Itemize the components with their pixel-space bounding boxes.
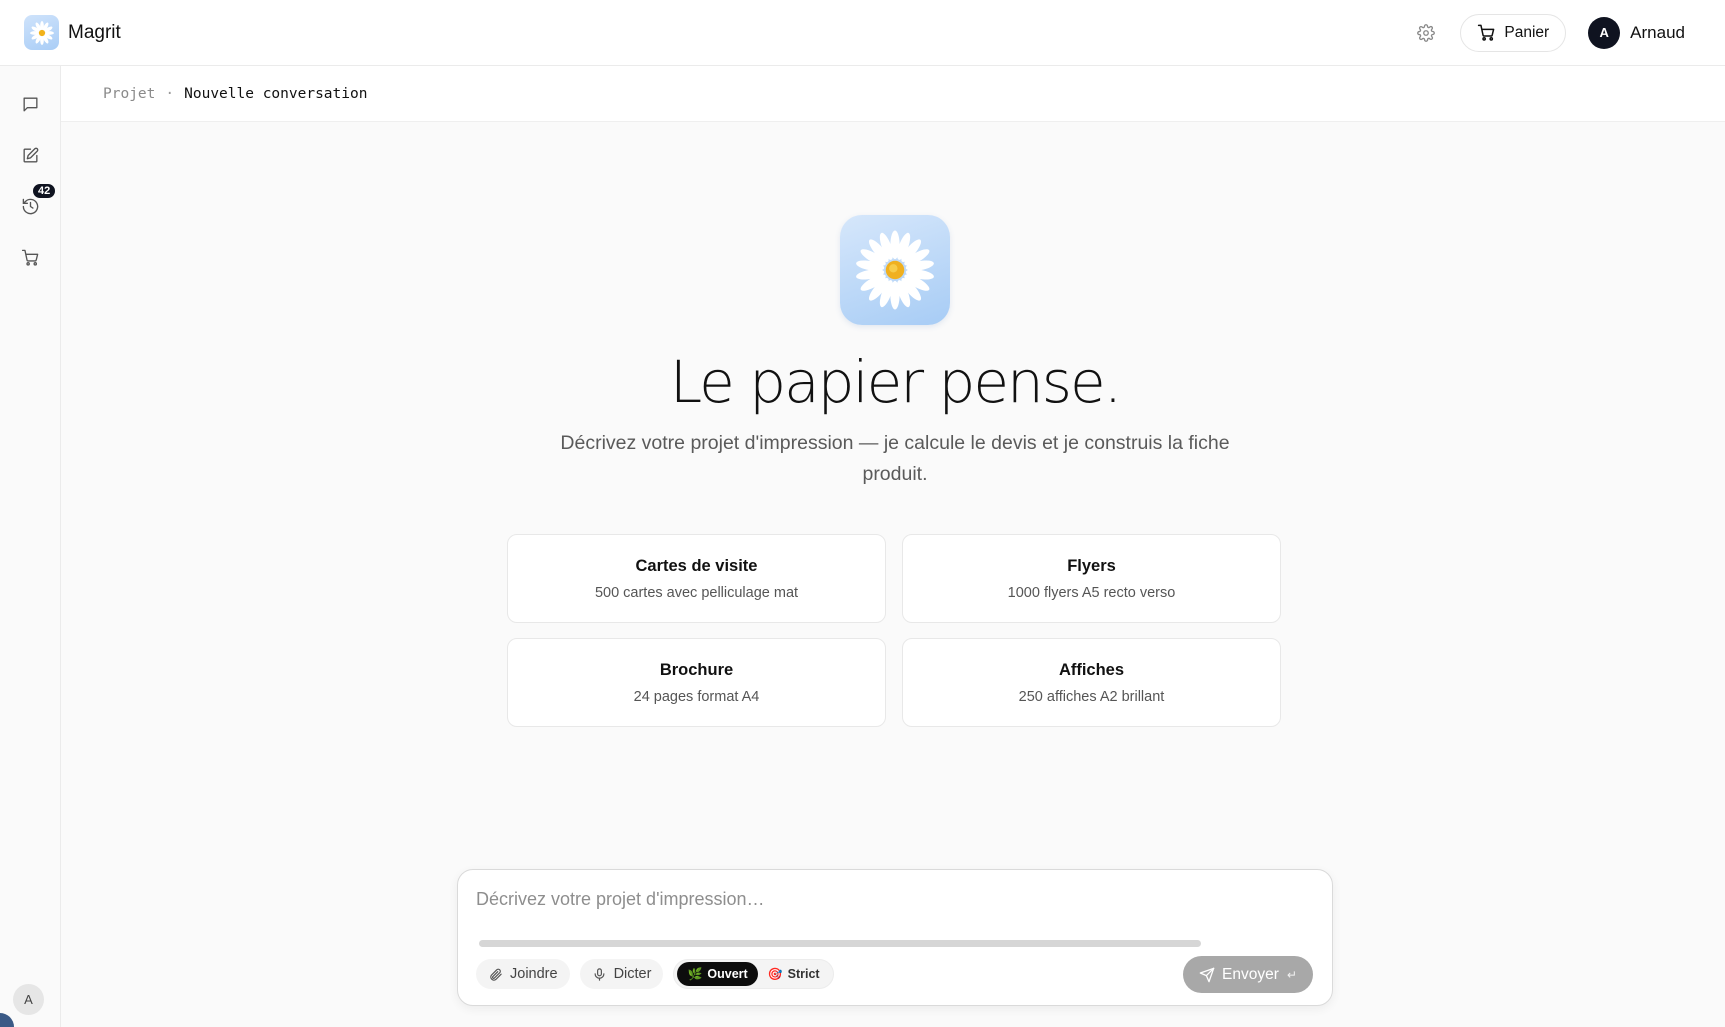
sidebar-item-chat[interactable] (16, 90, 44, 118)
composer-scrollbar[interactable] (479, 940, 1201, 947)
daisy-logo-icon (24, 15, 59, 50)
mode-toggle: 🌿 Ouvert 🎯 Strict (673, 959, 834, 989)
mode-open-option[interactable]: 🌿 Ouvert (677, 962, 758, 986)
cart-icon (1478, 24, 1495, 41)
edit-icon (22, 147, 38, 163)
composer-tools: Joindre Dicter 🌿 Ouvert 🎯 Strict (476, 959, 834, 989)
dictate-label: Dicter (613, 966, 652, 982)
cart-label: Panier (1504, 23, 1550, 41)
dictate-button[interactable]: Dicter (579, 959, 664, 989)
cart-button[interactable]: Panier (1460, 13, 1567, 52)
breadcrumb-parent[interactable]: Projet (103, 86, 155, 102)
mode-strict-label: Strict (787, 967, 820, 981)
breadcrumb-current: Nouvelle conversation (184, 85, 368, 102)
chat-icon (22, 96, 38, 112)
microphone-icon (594, 967, 605, 981)
message-input[interactable] (476, 884, 1316, 914)
send-label: Envoyer (1222, 965, 1279, 983)
breadcrumb: Projet · Nouvelle conversation (61, 66, 1725, 122)
daisy-hero-icon (840, 215, 950, 325)
hero-subtitle: Décrivez votre projet d'impression — je … (560, 432, 1230, 485)
attach-button[interactable]: Joindre (476, 959, 570, 989)
gear-icon (1417, 23, 1436, 42)
brand[interactable]: Magrit (24, 15, 121, 50)
suggestion-desc: 500 cartes avec pelliculage mat (594, 584, 799, 601)
suggestion-card-flyers[interactable]: Flyers 1000 flyers A5 recto verso (902, 534, 1281, 623)
sidebar-item-edit[interactable] (16, 141, 44, 169)
sidebar-item-cart[interactable] (16, 243, 44, 271)
top-bar: Magrit Panier A Arnaud (0, 0, 1725, 66)
hero-title: Le papier pense. (669, 348, 1122, 416)
avatar: A (1588, 16, 1621, 49)
sidebar-rail: 42 A (0, 66, 61, 1027)
enter-key-hint: ↵ (1286, 967, 1297, 982)
attach-label: Joindre (510, 966, 558, 982)
sidebar-avatar[interactable]: A (13, 984, 44, 1015)
message-composer: Joindre Dicter 🌿 Ouvert 🎯 Strict Envoyer… (457, 869, 1333, 1006)
paperclip-icon (490, 968, 502, 981)
user-menu[interactable]: A Arnaud (1588, 16, 1685, 49)
suggestion-title: Affiches (1058, 660, 1125, 679)
settings-button[interactable] (1410, 17, 1442, 49)
suggestion-title: Flyers (1067, 556, 1116, 575)
mode-strict-option[interactable]: 🎯 Strict (758, 962, 830, 986)
cart-icon (21, 249, 38, 266)
breadcrumb-separator: · (165, 85, 175, 102)
user-name: Arnaud (1630, 22, 1685, 42)
suggestion-grid: Cartes de visite 500 cartes avec pellicu… (507, 534, 1281, 727)
history-count-badge: 42 (31, 182, 58, 200)
brand-name: Magrit (68, 21, 121, 43)
mode-open-label: Ouvert (707, 967, 748, 981)
suggestion-card-posters[interactable]: Affiches 250 affiches A2 brillant (902, 638, 1281, 727)
send-button[interactable]: Envoyer ↵ (1183, 956, 1313, 993)
suggestion-title: Cartes de visite (635, 556, 758, 575)
target-icon: 🎯 (767, 967, 783, 981)
suggestion-desc: 250 affiches A2 brillant (1018, 688, 1165, 705)
herb-icon: 🌿 (687, 967, 703, 981)
suggestion-title: Brochure (659, 660, 734, 679)
send-icon (1199, 967, 1215, 982)
suggestion-card-business-cards[interactable]: Cartes de visite 500 cartes avec pellicu… (507, 534, 886, 623)
suggestion-card-brochure[interactable]: Brochure 24 pages format A4 (507, 638, 886, 727)
suggestion-desc: 1000 flyers A5 recto verso (1007, 584, 1176, 601)
suggestion-desc: 24 pages format A4 (633, 688, 760, 705)
